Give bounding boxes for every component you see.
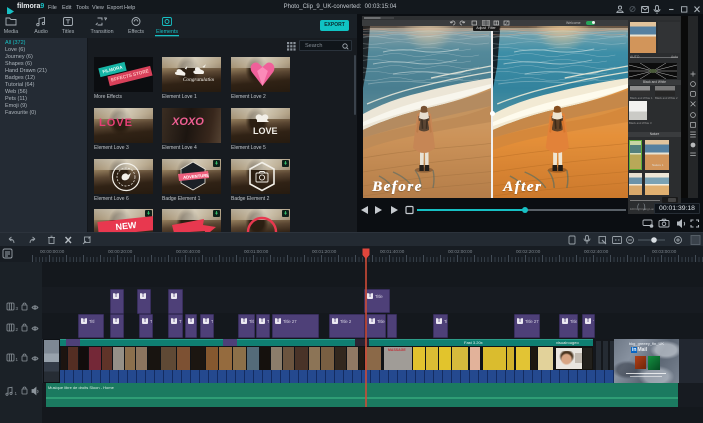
svg-text:Effects: Effects bbox=[128, 29, 144, 35]
svg-text:Transition: Transition bbox=[90, 29, 113, 35]
svg-text:Audio: Audio bbox=[34, 29, 48, 35]
svg-text:LOVE: LOVE bbox=[253, 126, 278, 136]
svg-text:Elements: Elements bbox=[156, 29, 178, 35]
svg-text:Titles: Titles bbox=[62, 29, 75, 35]
svg-text:Congratulations: Congratulations bbox=[183, 77, 214, 83]
svg-text:Media: Media bbox=[4, 29, 18, 35]
